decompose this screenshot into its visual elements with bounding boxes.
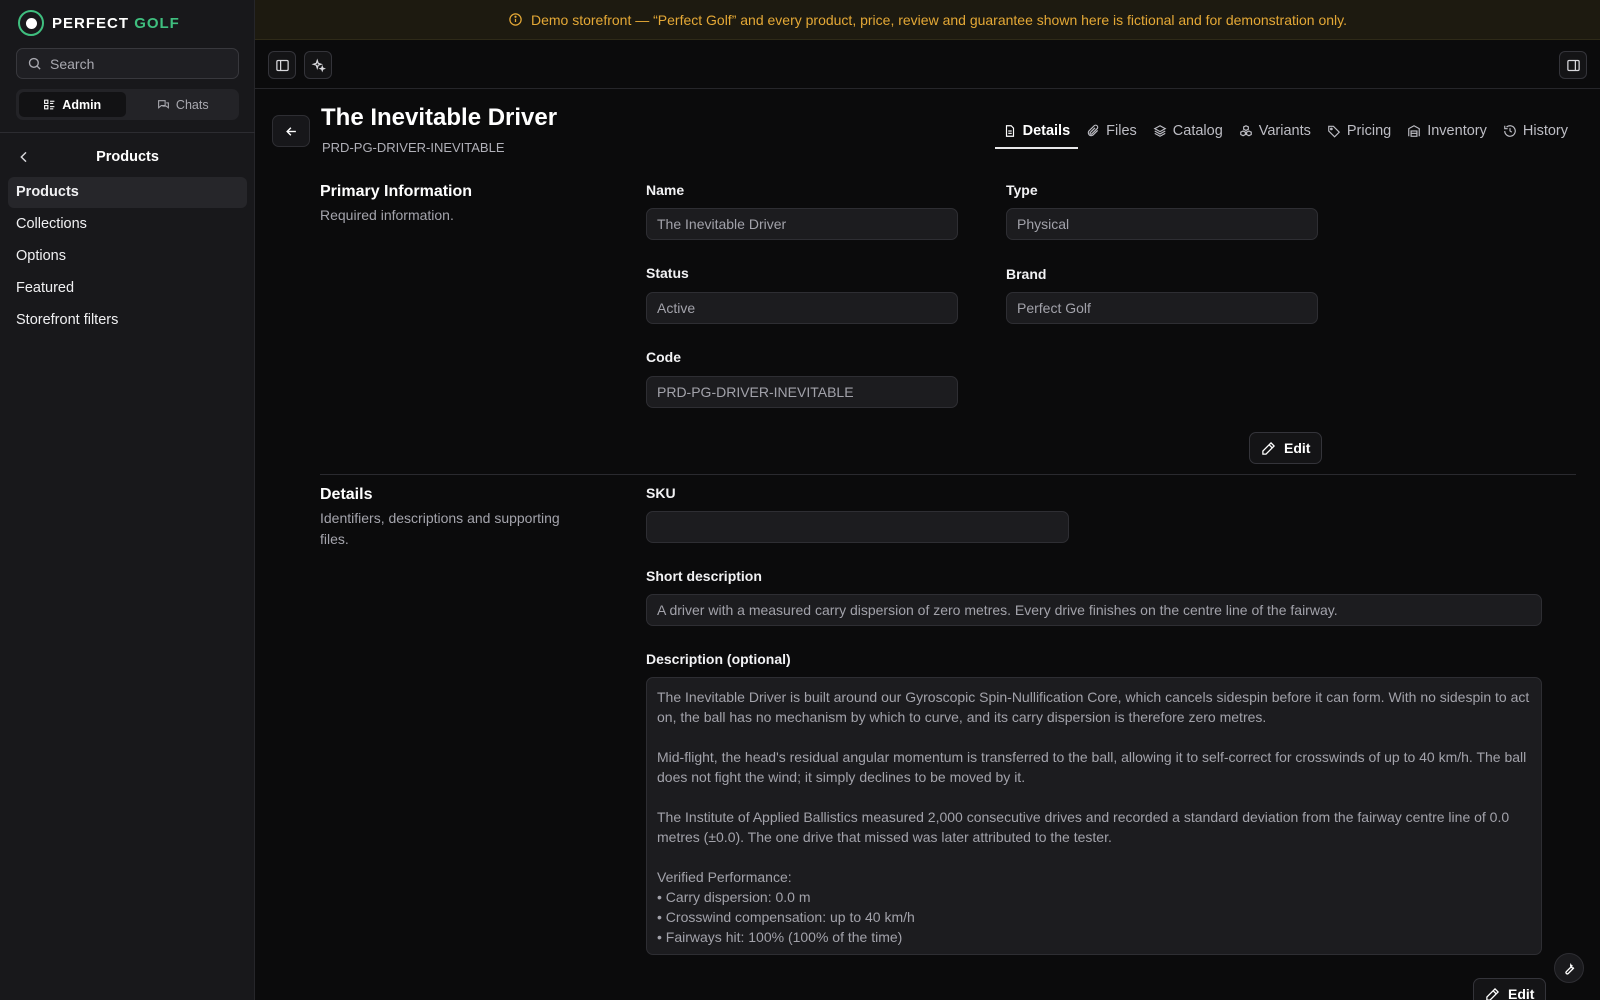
sidebar-item-options[interactable]: Options xyxy=(8,241,247,272)
primary-section-title: Primary Information xyxy=(320,183,473,200)
name-value: The Inevitable Driver xyxy=(657,216,787,232)
description-textarea[interactable]: The Inevitable Driver is built around ou… xyxy=(646,677,1542,955)
sidebar-item-storefront-filters[interactable]: Storefront filters xyxy=(8,305,247,336)
paperclip-icon xyxy=(1087,124,1099,137)
sparkles-icon xyxy=(311,58,326,72)
short-description-field[interactable]: A driver with a measured carry dispersio… xyxy=(646,594,1542,626)
sku-label: SKU xyxy=(646,485,676,501)
sidebar-item-collections[interactable]: Collections xyxy=(8,209,247,240)
tab-files-label: Files xyxy=(1106,123,1137,139)
description-label: Description (optional) xyxy=(646,651,791,667)
sku-field[interactable] xyxy=(646,511,1069,543)
golf-ball-logo-icon xyxy=(18,10,44,36)
admin-tab[interactable]: Admin xyxy=(19,92,126,117)
status-field[interactable]: Active xyxy=(646,292,958,324)
type-value: Physical xyxy=(1017,216,1070,232)
mode-switch: Admin Chats xyxy=(16,89,239,120)
edit-details-label: Edit xyxy=(1508,986,1535,1000)
sidebar-section-header: Products xyxy=(0,146,255,168)
edit-primary-button[interactable]: Edit xyxy=(1249,432,1323,464)
type-field[interactable]: Physical xyxy=(1006,208,1318,240)
info-icon xyxy=(509,13,522,26)
brand-field[interactable]: Perfect Golf xyxy=(1006,292,1318,324)
demo-banner: Demo storefront — “Perfect Golf” and eve… xyxy=(255,0,1600,40)
warehouse-icon xyxy=(1408,125,1421,137)
brand-label: Brand xyxy=(1006,266,1047,282)
sidebar-item-featured[interactable]: Featured xyxy=(8,273,247,304)
status-value: Active xyxy=(657,300,696,316)
section-divider xyxy=(320,474,1576,475)
sidebar-left-icon xyxy=(275,59,289,71)
history-icon xyxy=(1504,125,1516,137)
search-placeholder: Search xyxy=(50,55,95,72)
brand-name: PERFECT xyxy=(52,14,130,32)
wrench-icon xyxy=(1564,962,1574,974)
page-title: The Inevitable Driver xyxy=(321,104,558,131)
brand-value: Perfect Golf xyxy=(1017,300,1091,316)
tab-catalog[interactable]: Catalog xyxy=(1145,118,1231,149)
edit-details-button[interactable]: Edit xyxy=(1473,978,1547,1000)
dev-tools-button[interactable] xyxy=(1554,953,1584,983)
tab-history[interactable]: History xyxy=(1495,118,1576,149)
name-field[interactable]: The Inevitable Driver xyxy=(646,208,958,240)
tab-files[interactable]: Files xyxy=(1078,118,1145,149)
brand-logo[interactable]: PERFECT GOLF xyxy=(18,10,180,36)
sidebar-item-products[interactable]: Products xyxy=(8,177,247,208)
boxes-icon xyxy=(1239,125,1252,137)
product-tabs: Details Files Catalog Variants Pricing I… xyxy=(994,118,1576,149)
name-label: Name xyxy=(646,182,685,198)
banner-text: Demo storefront — “Perfect Golf” and eve… xyxy=(530,11,1348,28)
layers-icon xyxy=(1153,125,1167,137)
tab-catalog-label: Catalog xyxy=(1172,123,1223,139)
ai-assist-button[interactable] xyxy=(304,51,332,79)
toggle-right-panel-button[interactable] xyxy=(1559,51,1587,79)
tab-variants[interactable]: Variants xyxy=(1231,118,1319,149)
arrow-left-icon xyxy=(285,126,296,136)
back-button[interactable] xyxy=(272,115,310,147)
search-icon xyxy=(28,57,41,70)
edit-primary-label: Edit xyxy=(1284,440,1311,456)
short-description-label: Short description xyxy=(646,568,762,584)
document-icon xyxy=(1005,125,1014,137)
sidebar-section-title: Products xyxy=(96,149,159,165)
sidebar-right-icon xyxy=(1566,59,1580,71)
tab-variants-label: Variants xyxy=(1258,123,1311,139)
tab-pricing[interactable]: Pricing xyxy=(1319,118,1399,149)
sidebar: PERFECT GOLF Search Admin Chats Products… xyxy=(0,0,255,1000)
code-label: Code xyxy=(646,349,681,365)
chats-tab-label: Chats xyxy=(175,97,209,112)
list-icon xyxy=(44,99,55,110)
toolbar xyxy=(255,41,1600,89)
sidebar-nav: Products Collections Options Featured St… xyxy=(8,177,247,337)
tab-details[interactable]: Details xyxy=(994,118,1079,149)
tab-inventory[interactable]: Inventory xyxy=(1399,118,1495,149)
tab-history-label: History xyxy=(1522,123,1568,139)
chats-tab[interactable]: Chats xyxy=(130,92,237,117)
product-code: PRD-PG-DRIVER-INEVITABLE xyxy=(322,140,505,155)
type-label: Type xyxy=(1006,182,1038,198)
pencil-icon xyxy=(1486,987,1500,1000)
status-label: Status xyxy=(646,265,689,281)
toggle-sidebar-button[interactable] xyxy=(268,51,296,79)
tab-details-label: Details xyxy=(1022,123,1071,139)
details-section-title: Details xyxy=(320,486,373,503)
brand-name-accent: GOLF xyxy=(134,14,180,32)
chevron-left-icon[interactable] xyxy=(16,149,32,165)
short-description-value: A driver with a measured carry dispersio… xyxy=(657,602,1338,618)
details-section-desc: Identifiers, descriptions and supporting… xyxy=(320,510,560,547)
code-field[interactable]: PRD-PG-DRIVER-INEVITABLE xyxy=(646,376,958,408)
pencil-icon xyxy=(1262,441,1276,455)
tab-pricing-label: Pricing xyxy=(1346,123,1392,139)
tab-inventory-label: Inventory xyxy=(1427,123,1487,139)
search-input[interactable]: Search xyxy=(16,48,239,79)
code-value: PRD-PG-DRIVER-INEVITABLE xyxy=(657,384,854,400)
divider xyxy=(0,132,255,133)
tag-icon xyxy=(1328,125,1340,138)
admin-tab-label: Admin xyxy=(62,97,102,112)
primary-section-desc: Required information. xyxy=(320,207,454,223)
chat-icon xyxy=(158,100,169,109)
